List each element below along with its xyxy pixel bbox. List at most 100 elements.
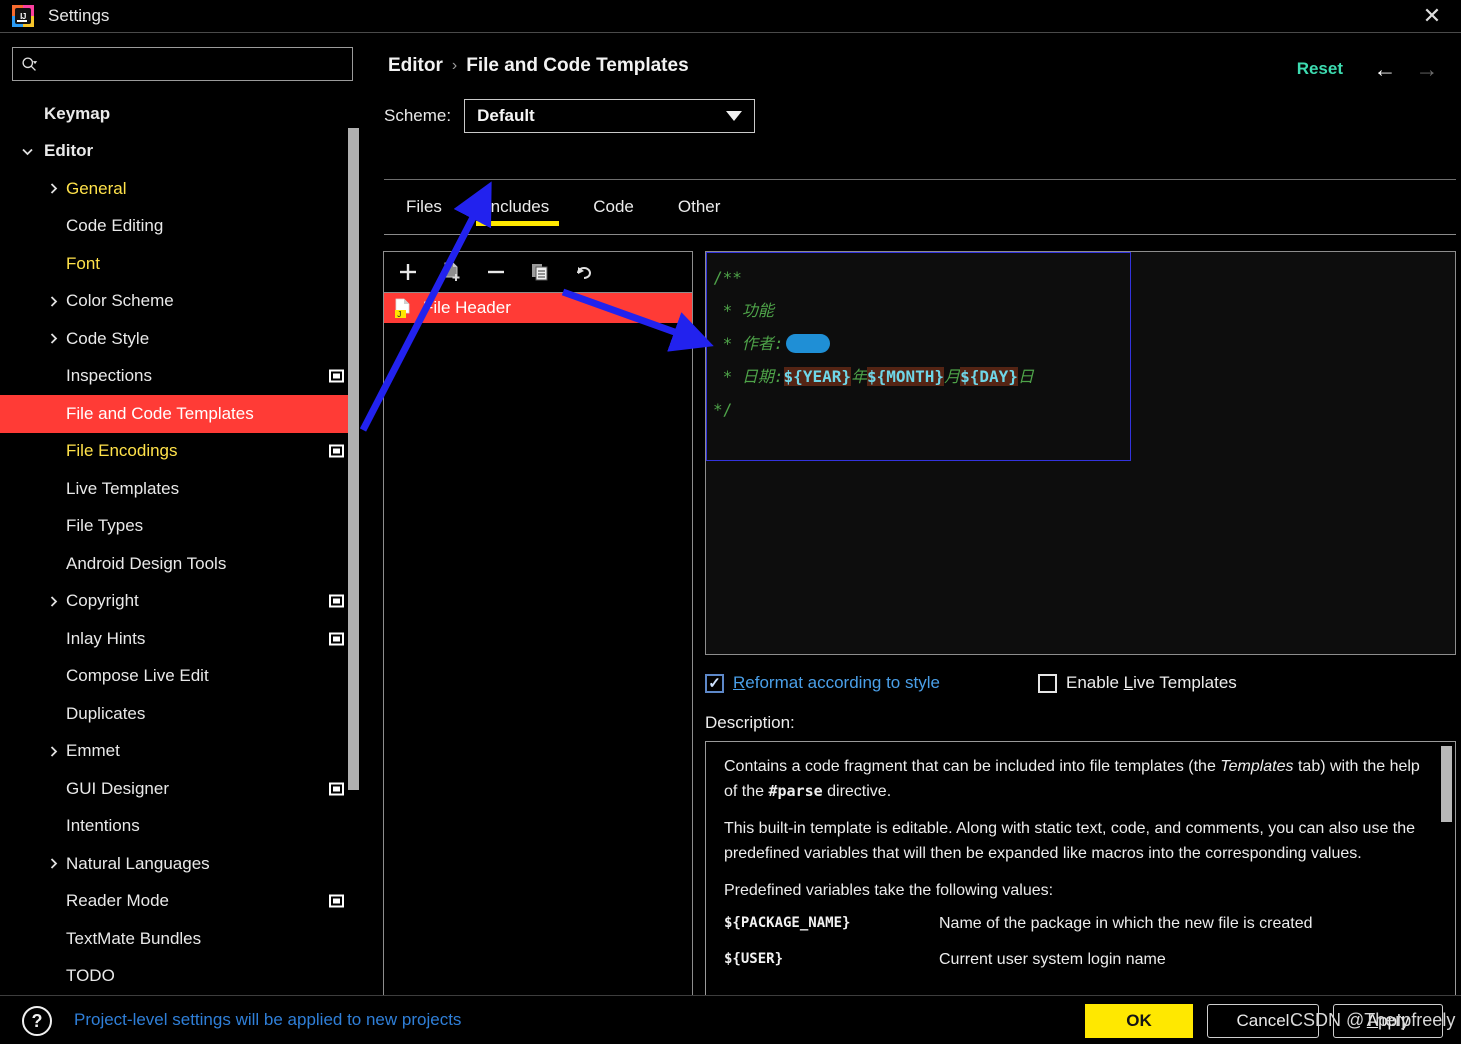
reformat-checkbox[interactable]: ✓ xyxy=(705,673,724,693)
scheme-dropdown[interactable]: Default xyxy=(464,99,756,133)
live-templates-mnemonic: L xyxy=(1123,673,1134,692)
template-list-item[interactable]: J File Header xyxy=(384,293,692,323)
description-paragraph-1: Contains a code fragment that can be inc… xyxy=(724,754,1429,804)
description-paragraph-3: Predefined variables take the following … xyxy=(724,882,1054,899)
add-template-button[interactable] xyxy=(396,260,420,284)
sidebar-item-duplicates[interactable]: Duplicates xyxy=(0,695,368,733)
chevron-right-icon[interactable] xyxy=(46,594,60,608)
sidebar-item-font[interactable]: Font xyxy=(0,245,368,283)
sidebar-scrollbar[interactable] xyxy=(348,128,359,790)
chevron-right-icon[interactable] xyxy=(46,182,60,196)
sidebar-item-label: Inlay Hints xyxy=(66,628,146,648)
live-templates-checkbox-label[interactable]: Enable Live Templates xyxy=(1066,673,1237,693)
sidebar-item-label: Reader Mode xyxy=(66,891,170,911)
description-label: Description: xyxy=(705,713,795,732)
tab-includes[interactable]: Includes xyxy=(464,193,571,226)
reformat-label-text: eformat according to style xyxy=(745,673,940,692)
help-icon[interactable]: ? xyxy=(22,1006,52,1036)
tab-other[interactable]: Other xyxy=(656,193,743,226)
description-scrollbar-thumb[interactable] xyxy=(1441,746,1452,822)
sidebar-item-todo[interactable]: TODO xyxy=(0,958,368,996)
reformat-checkbox-row[interactable]: ✓ Reformat according to style xyxy=(705,673,940,693)
sidebar-item-natural-languages[interactable]: Natural Languages xyxy=(0,845,368,883)
sidebar-item-label: Editor xyxy=(44,141,94,161)
sidebar-item-label: Code Editing xyxy=(66,216,164,236)
chevron-right-icon[interactable] xyxy=(46,332,60,346)
desc-p1-mono: #parse xyxy=(768,782,823,800)
breadcrumb-separator-icon: › xyxy=(451,57,458,74)
ok-button[interactable]: OK xyxy=(1085,1004,1193,1038)
project-level-badge-icon xyxy=(329,782,344,796)
reset-link[interactable]: Reset xyxy=(1297,59,1343,79)
code-text[interactable]: /** * 功能 * 作者: * 日期:${YEAR}年${MONTH}月${D… xyxy=(707,253,1130,426)
breadcrumb-root[interactable]: Editor xyxy=(388,55,443,77)
sidebar-item-code-style[interactable]: Code Style xyxy=(0,320,368,358)
sidebar-item-file-and-code-templates[interactable]: File and Code Templates xyxy=(0,395,350,433)
sidebar-item-copyright[interactable]: Copyright xyxy=(0,583,368,621)
sidebar-item-intentions[interactable]: Intentions xyxy=(0,808,368,846)
sidebar-item-code-editing[interactable]: Code Editing xyxy=(0,208,368,246)
variable-name: ${USER} xyxy=(724,951,784,967)
sidebar-item-color-scheme[interactable]: Color Scheme xyxy=(0,283,368,321)
sidebar-item-file-types[interactable]: File Types xyxy=(0,508,368,546)
header-divider xyxy=(384,179,1456,180)
reformat-mnemonic: R xyxy=(733,673,746,692)
live-templates-checkbox[interactable] xyxy=(1038,673,1057,693)
template-code-editor[interactable]: /** * 功能 * 作者: * 日期:${YEAR}年${MONTH}月${D… xyxy=(705,251,1456,655)
search-box[interactable] xyxy=(12,47,353,81)
sidebar-item-label: Font xyxy=(66,253,101,273)
sidebar-item-inspections[interactable]: Inspections xyxy=(0,358,368,396)
reformat-checkbox-label[interactable]: Reformat according to style xyxy=(733,673,940,693)
live-templates-label-before: Enable xyxy=(1066,673,1124,692)
close-icon[interactable]: ✕ xyxy=(1417,1,1447,31)
project-level-badge-icon xyxy=(329,369,344,383)
code-line: */ xyxy=(713,400,733,419)
sidebar-item-file-encodings[interactable]: File Encodings xyxy=(0,433,368,471)
scheme-row: Scheme: Default xyxy=(384,99,756,133)
project-level-badge-icon xyxy=(329,894,344,908)
description-paragraph-2: This built-in template is editable. Alon… xyxy=(724,820,1416,862)
desc-p1-a: Contains a code fragment that can be inc… xyxy=(724,758,1221,775)
sidebar-item-label: Code Style xyxy=(66,328,150,348)
template-list-panel: J File Header xyxy=(383,251,693,1005)
sidebar-item-label: Copyright xyxy=(66,591,139,611)
sidebar-item-label: Compose Live Edit xyxy=(66,666,209,686)
intellij-idea-logo-icon: IJ xyxy=(12,5,34,27)
footer-hint-text: Project-level settings will be applied t… xyxy=(74,1010,462,1029)
variable-row: ${USER} Current user system login name xyxy=(724,951,1429,969)
sidebar-item-label: Natural Languages xyxy=(66,853,210,873)
sidebar-item-label: TODO xyxy=(66,966,115,986)
sidebar-item-keymap[interactable]: Keymap xyxy=(0,95,368,133)
sidebar-item-reader-mode[interactable]: Reader Mode xyxy=(0,883,368,921)
sidebar-item-emmet[interactable]: Emmet xyxy=(0,733,368,771)
chevron-right-icon[interactable] xyxy=(46,744,60,758)
create-from-file-button[interactable] xyxy=(440,260,464,284)
remove-template-button[interactable] xyxy=(484,260,508,284)
redaction-blob xyxy=(785,334,830,353)
chevron-right-icon[interactable] xyxy=(46,857,60,871)
copy-template-button[interactable] xyxy=(528,260,552,284)
sidebar-item-gui-designer[interactable]: GUI Designer xyxy=(0,770,368,808)
sidebar-item-textmate-bundles[interactable]: TextMate Bundles xyxy=(0,920,368,958)
project-level-badge-icon xyxy=(329,594,344,608)
reset-template-button[interactable] xyxy=(572,260,596,284)
tab-code[interactable]: Code xyxy=(571,193,656,226)
back-arrow-icon[interactable]: ← xyxy=(1371,57,1399,81)
sidebar-item-android-design-tools[interactable]: Android Design Tools xyxy=(0,545,368,583)
sidebar-item-inlay-hints[interactable]: Inlay Hints xyxy=(0,620,368,658)
desc-p1-c: directive. xyxy=(822,783,892,800)
template-list-item-label: File Header xyxy=(423,298,511,317)
forward-arrow-icon[interactable]: → xyxy=(1413,57,1441,81)
sidebar-item-compose-live-edit[interactable]: Compose Live Edit xyxy=(0,658,368,696)
search-input[interactable] xyxy=(44,55,324,73)
sidebar-item-editor[interactable]: Editor xyxy=(0,133,368,171)
variable-description: Current user system login name xyxy=(939,951,1166,968)
sidebar-item-live-templates[interactable]: Live Templates xyxy=(0,470,368,508)
tab-files[interactable]: Files xyxy=(384,193,464,226)
chevron-down-icon[interactable] xyxy=(20,144,34,158)
sidebar-item-label: File and Code Templates xyxy=(66,403,254,423)
live-templates-checkbox-row[interactable]: Enable Live Templates xyxy=(1038,673,1237,693)
sidebar-item-general[interactable]: General xyxy=(0,170,368,208)
variable-name: ${PACKAGE_NAME} xyxy=(724,915,851,931)
chevron-right-icon[interactable] xyxy=(46,294,60,308)
